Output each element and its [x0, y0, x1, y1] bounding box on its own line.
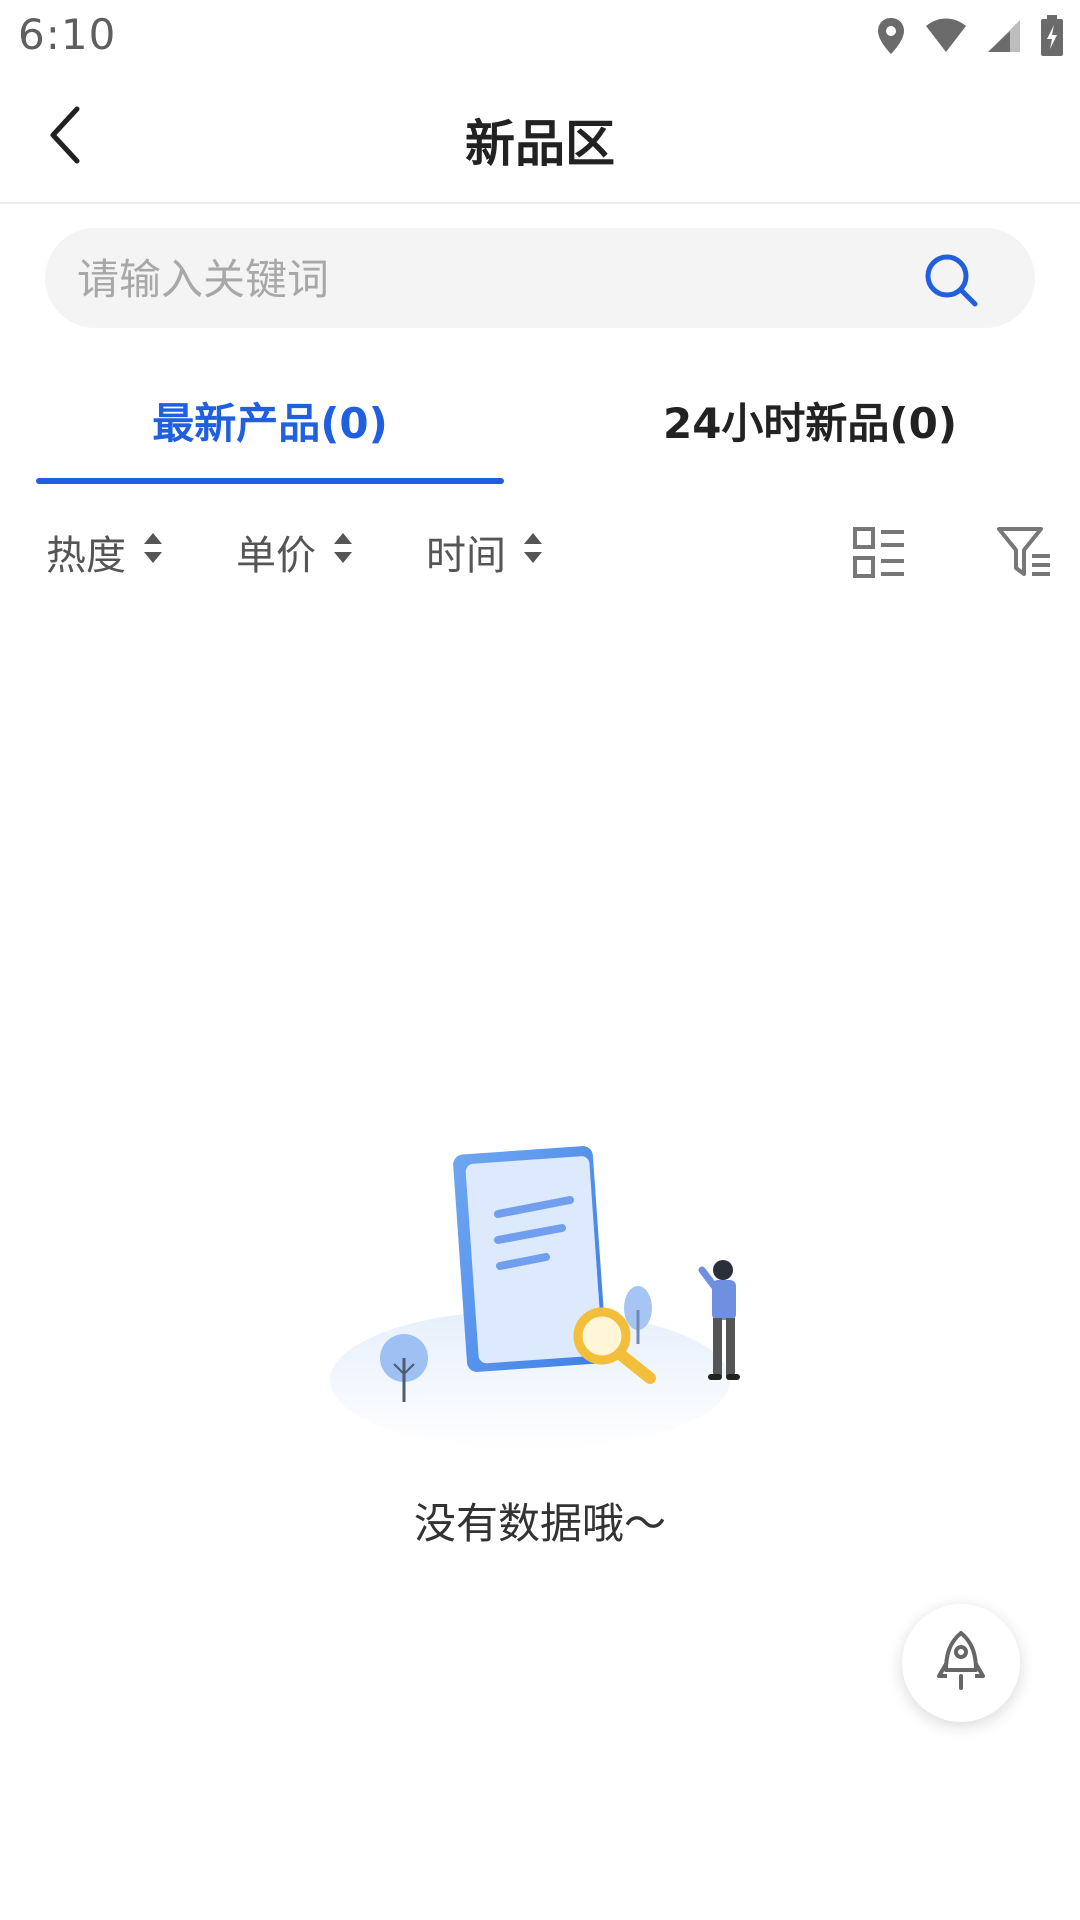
tab-latest-products[interactable]: 最新产品(0) — [36, 370, 504, 470]
rocket-icon — [936, 1630, 986, 1696]
tab-24h-new-products[interactable]: 24小时新品(0) — [576, 370, 1044, 470]
location-icon — [876, 16, 906, 56]
empty-search-illustration — [320, 1130, 760, 1450]
list-layout-icon[interactable] — [852, 526, 906, 580]
nav-bar: 新品区 — [0, 72, 1080, 204]
search-icon[interactable] — [923, 252, 979, 308]
status-time: 6:10 — [18, 10, 117, 59]
sort-arrows-icon — [332, 529, 354, 575]
tab-bar: 最新产品(0) 24小时新品(0) — [0, 370, 1080, 490]
screen: 6:10 新品区 请输入关键词 最新产品(0) 24小时新品(0) 热度 单价 … — [0, 0, 1080, 1920]
wifi-icon — [924, 18, 968, 54]
sort-by-price[interactable]: 单价 — [236, 512, 354, 592]
status-bar: 6:10 — [0, 0, 1080, 72]
empty-state-message: 没有数据哦～ — [413, 1499, 666, 1548]
status-icons — [876, 14, 1064, 58]
tab-indicator — [36, 478, 504, 484]
signal-icon — [986, 18, 1022, 54]
back-to-top-button[interactable] — [902, 1604, 1020, 1722]
sort-label: 时间 — [426, 533, 506, 579]
sort-label: 热度 — [46, 533, 126, 579]
search-box — [45, 228, 1035, 330]
page-title: 新品区 — [465, 115, 615, 173]
battery-charging-icon — [1040, 15, 1064, 57]
filter-icon[interactable] — [996, 524, 1052, 580]
sort-by-popularity[interactable]: 热度 — [46, 512, 164, 592]
sort-arrows-icon — [142, 529, 164, 575]
search-input[interactable] — [75, 228, 899, 330]
sort-label: 单价 — [236, 533, 316, 579]
sort-bar: 热度 单价 时间 — [0, 512, 1080, 592]
sort-by-time[interactable]: 时间 — [426, 512, 544, 592]
sort-arrows-icon — [522, 529, 544, 575]
